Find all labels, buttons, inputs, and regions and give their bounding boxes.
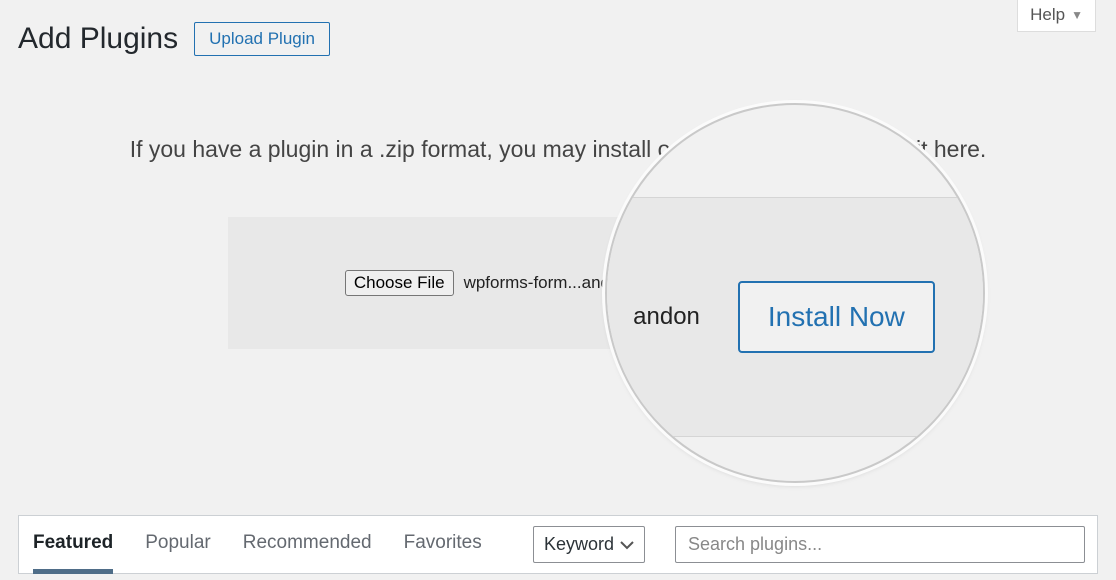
page-header: Add Plugins Upload Plugin <box>18 0 1098 56</box>
upload-plugin-button[interactable]: Upload Plugin <box>194 22 330 56</box>
page-title: Add Plugins <box>18 22 178 56</box>
tab-recommended[interactable]: Recommended <box>243 532 372 558</box>
filter-tabs: Featured Popular Recommended Favorites <box>33 532 482 558</box>
filter-bar: Featured Popular Recommended Favorites K… <box>18 515 1098 574</box>
tab-popular[interactable]: Popular <box>145 532 211 558</box>
choose-file-button[interactable]: Choose File <box>345 270 454 296</box>
search-type-label: Keyword <box>544 534 614 555</box>
chevron-down-icon <box>620 540 634 550</box>
tab-featured[interactable]: Featured <box>33 532 113 558</box>
zoom-filename-tail: andon <box>633 303 700 331</box>
help-tab[interactable]: Help ▼ <box>1017 0 1096 32</box>
search-type-select[interactable]: Keyword <box>533 526 645 563</box>
tab-favorites[interactable]: Favorites <box>404 532 482 558</box>
search-input[interactable] <box>675 526 1085 563</box>
zoom-highlight: andon Install Now <box>605 103 985 483</box>
upload-description: If you have a plugin in a .zip format, y… <box>18 136 1098 163</box>
zoom-inner: andon Install Now <box>605 197 985 437</box>
install-now-button-zoomed[interactable]: Install Now <box>738 281 935 353</box>
help-label: Help <box>1030 5 1065 25</box>
chevron-down-icon: ▼ <box>1071 8 1083 22</box>
